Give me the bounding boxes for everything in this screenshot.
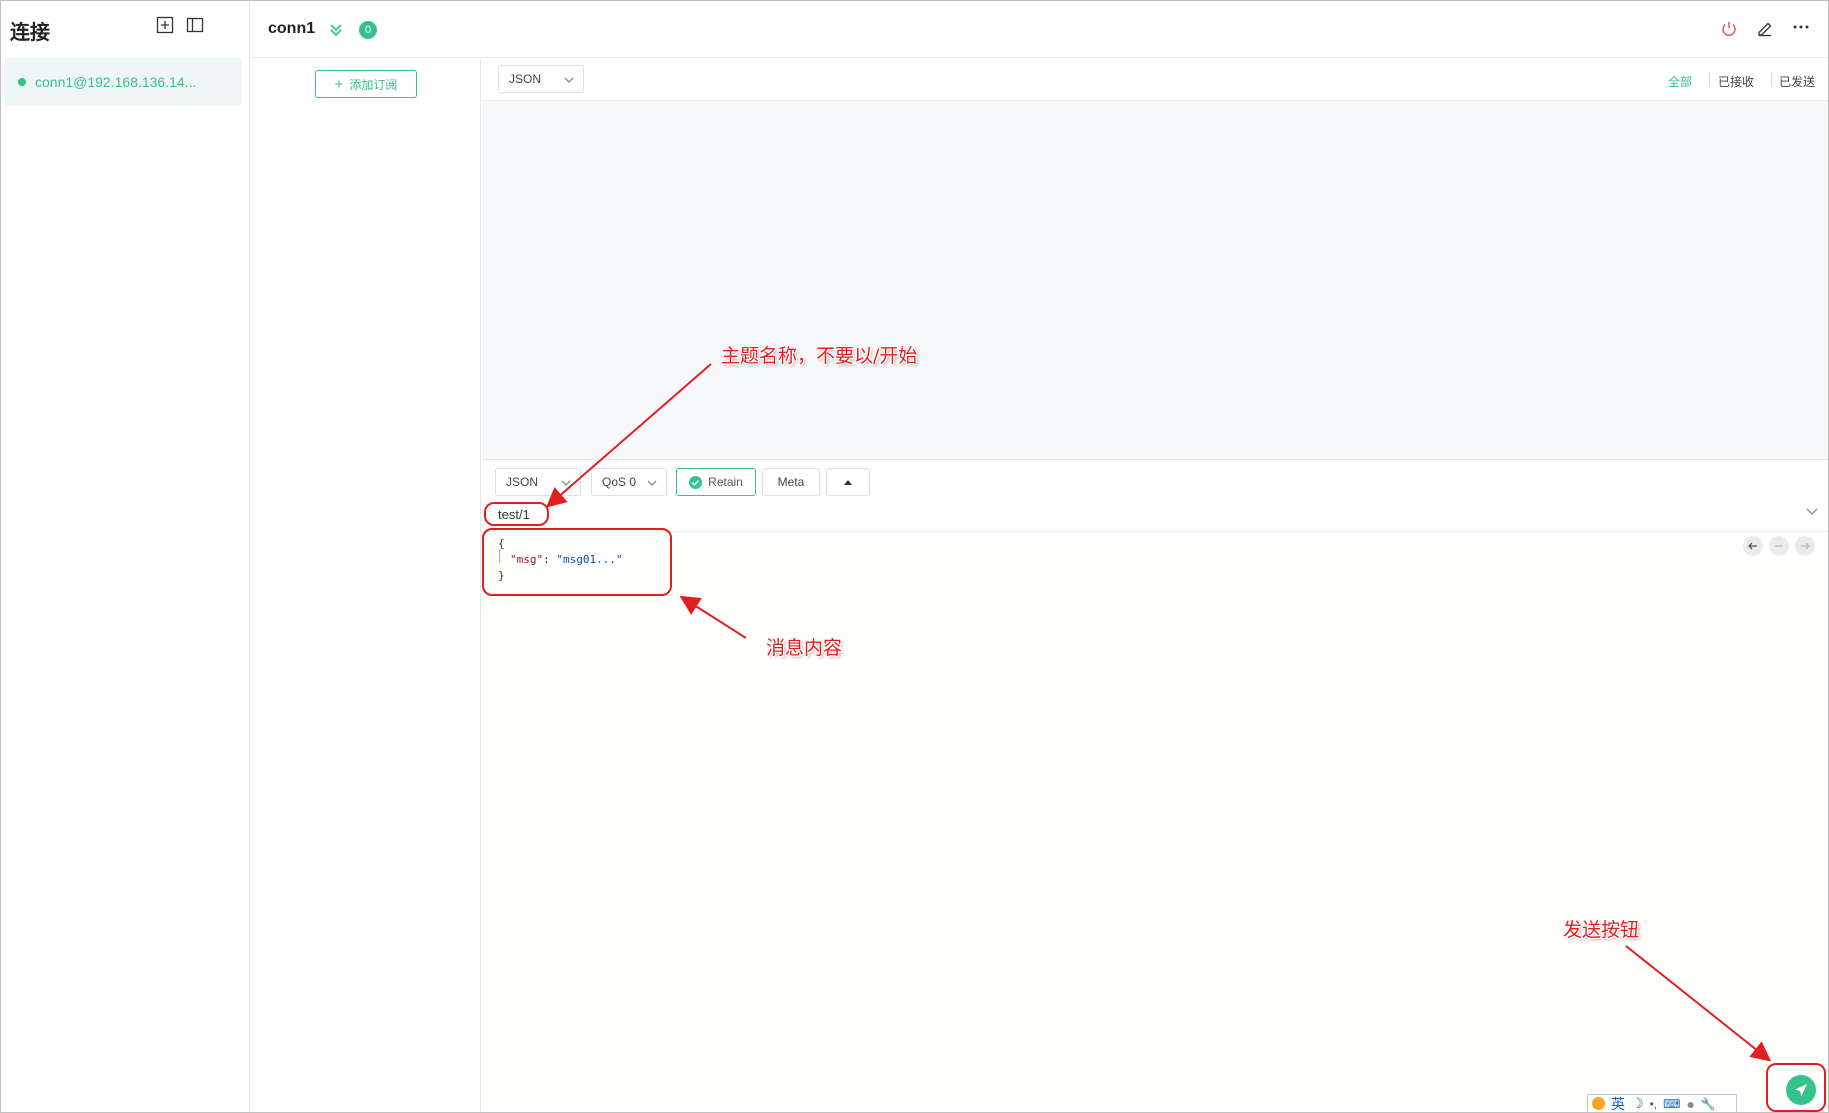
topic-annotation: 主题名称，不要以/开始 bbox=[721, 345, 918, 367]
messages-toolbar: JSON 全部 已接收 已发送 bbox=[482, 59, 1828, 101]
retain-label: Retain bbox=[708, 475, 743, 489]
ime-logo-icon[interactable] bbox=[1592, 1097, 1605, 1110]
payload-annotation: 消息内容 bbox=[766, 637, 843, 659]
more-options-icon[interactable] bbox=[1790, 16, 1812, 38]
filter-received[interactable]: 已接收 bbox=[1718, 73, 1754, 90]
history-forward-icon[interactable] bbox=[1795, 536, 1815, 556]
connections-sidebar: 连接 conn1@192.168.136.14... bbox=[2, 2, 250, 1112]
payload-editor[interactable]: { "msg": "msg01..." } bbox=[482, 531, 1828, 1112]
check-circle-icon bbox=[689, 475, 703, 489]
chevron-down-icon[interactable] bbox=[1805, 506, 1819, 518]
send-highlight-box bbox=[1766, 1063, 1826, 1112]
add-subscription-button[interactable]: + 添加订阅 bbox=[315, 70, 417, 98]
punctuation-icon[interactable]: •, bbox=[1650, 1097, 1658, 1111]
send-annotation: 发送按钮 bbox=[1563, 919, 1640, 941]
chevron-down-icon bbox=[564, 77, 574, 83]
qos-value: QoS 0 bbox=[602, 475, 637, 489]
publish-toolbar: JSON QoS 0 Retain Meta test/1 bbox=[482, 459, 1828, 531]
connection-label: conn1@192.168.136.14... bbox=[35, 74, 197, 90]
connection-name: conn1 bbox=[268, 20, 316, 37]
qos-select[interactable]: QoS 0 bbox=[591, 468, 667, 496]
moon-icon[interactable]: ☽ bbox=[1631, 1095, 1644, 1112]
expand-up-button[interactable] bbox=[826, 468, 870, 496]
history-back-icon[interactable] bbox=[1743, 536, 1763, 556]
add-subscription-label: 添加订阅 bbox=[349, 77, 398, 92]
new-connection-icon[interactable] bbox=[154, 14, 176, 36]
message-format-select[interactable]: JSON bbox=[498, 65, 584, 93]
message-format-value: JSON bbox=[509, 72, 542, 86]
disconnect-power-icon[interactable] bbox=[1718, 18, 1740, 40]
keyboard-icon[interactable]: ⌨ bbox=[1663, 1097, 1680, 1111]
app-window: 连接 conn1@192.168.136.14... conn1 0 + 添加订… bbox=[0, 0, 1829, 1113]
payload-format-select[interactable]: JSON bbox=[495, 468, 581, 496]
chevron-down-icon bbox=[647, 480, 657, 486]
caret-up-icon bbox=[844, 480, 852, 485]
ime-toolbar: 英 ☽ •, ⌨ ● 🔧 bbox=[1587, 1094, 1737, 1113]
connection-item[interactable]: conn1@192.168.136.14... bbox=[4, 58, 242, 106]
subscriptions-panel: + 添加订阅 bbox=[252, 59, 481, 1112]
filter-all[interactable]: 全部 bbox=[1668, 73, 1692, 90]
collapse-double-chevron-icon[interactable] bbox=[325, 19, 347, 41]
message-list bbox=[482, 101, 1828, 459]
chevron-down-icon bbox=[561, 480, 571, 486]
history-reset-icon[interactable] bbox=[1769, 536, 1789, 556]
history-nav bbox=[1743, 536, 1815, 556]
topic-highlight-box bbox=[484, 502, 549, 526]
toggle-sidebar-icon[interactable] bbox=[184, 14, 206, 36]
payload-format-value: JSON bbox=[506, 475, 539, 489]
filter-divider bbox=[1709, 72, 1710, 86]
user-icon[interactable]: ● bbox=[1686, 1096, 1694, 1112]
filter-sent[interactable]: 已发送 bbox=[1779, 73, 1815, 90]
plus-icon: + bbox=[334, 75, 344, 93]
meta-button[interactable]: Meta bbox=[762, 468, 820, 496]
payload-highlight-box bbox=[482, 528, 672, 596]
retain-toggle[interactable]: Retain bbox=[676, 468, 756, 496]
edit-pencil-icon[interactable] bbox=[1754, 17, 1776, 39]
connected-status-dot bbox=[18, 78, 26, 86]
ime-language-label[interactable]: 英 bbox=[1611, 1094, 1625, 1113]
wrench-icon[interactable]: 🔧 bbox=[1701, 1097, 1716, 1111]
sidebar-title: 连接 bbox=[10, 20, 50, 44]
filter-divider bbox=[1771, 72, 1772, 86]
connection-header: conn1 0 bbox=[252, 2, 1828, 58]
unread-badge: 0 bbox=[359, 21, 377, 39]
